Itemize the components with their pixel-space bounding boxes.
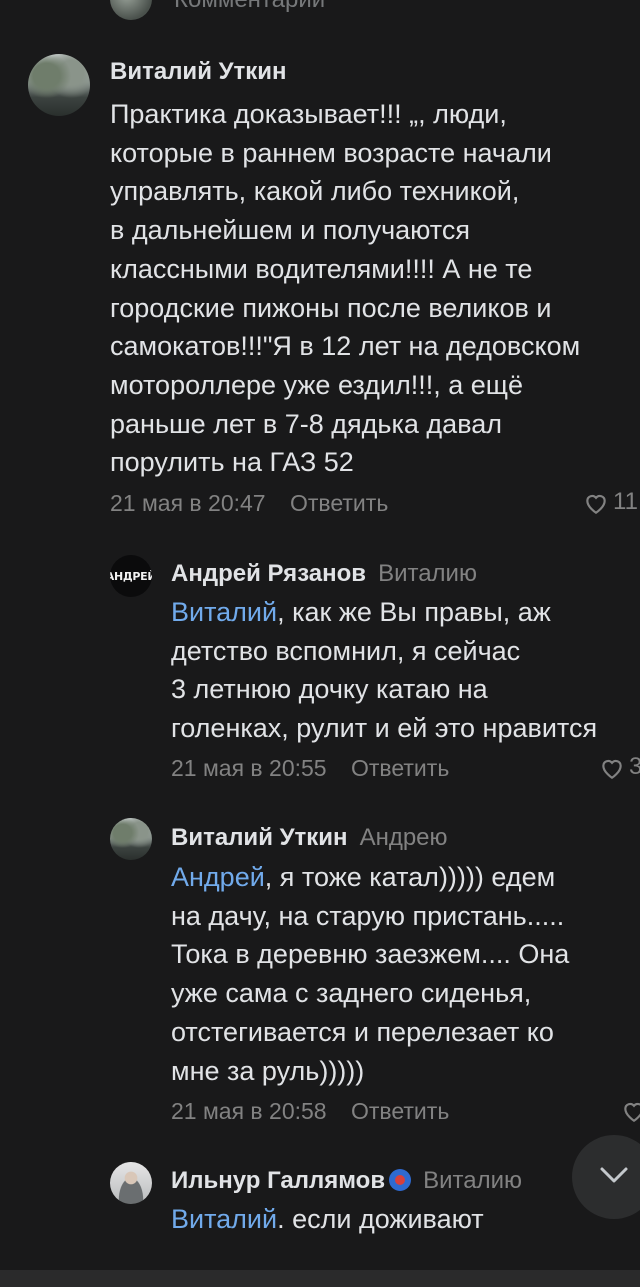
avatar[interactable] <box>28 54 90 116</box>
reply-button[interactable]: Ответить <box>290 490 388 516</box>
comment-date: 21 мая в 20:47 <box>110 490 266 516</box>
mention-link[interactable]: Виталий <box>171 1204 277 1234</box>
heart-outline-icon <box>602 759 622 779</box>
avatar[interactable] <box>110 818 152 860</box>
like-button[interactable]: 3 <box>599 753 640 781</box>
like-button[interactable]: 11 <box>583 488 638 516</box>
current-user-avatar <box>110 0 152 20</box>
comment-author[interactable]: Виталий Уткин Андрею <box>171 824 448 852</box>
mention-link[interactable]: Андрей <box>171 862 265 892</box>
comment-author[interactable]: Виталий Уткин <box>110 58 287 86</box>
avatar[interactable] <box>110 1162 152 1204</box>
comment-meta: 21 мая в 20:58 Ответить <box>171 1098 449 1125</box>
comment-meta: 21 мая в 20:47 Ответить <box>110 490 388 517</box>
heart-outline-icon <box>586 494 606 514</box>
scroll-down-button[interactable] <box>572 1135 640 1219</box>
bottom-bar <box>0 1270 640 1287</box>
reply-to-label[interactable]: Виталию <box>378 560 477 587</box>
comment-text: Практика доказывает!!! „, люди, которые … <box>110 99 581 478</box>
comment-author[interactable]: Ильнур Галлямов Виталию <box>171 1167 522 1195</box>
avatar-label: АНДРЕЙ <box>110 569 152 583</box>
like-button[interactable] <box>621 1096 640 1124</box>
comment-date: 21 мая в 20:58 <box>171 1098 327 1124</box>
reply-button[interactable]: Ответить <box>351 755 449 781</box>
like-count: 3 <box>629 753 640 780</box>
mention-link[interactable]: Виталий <box>171 597 277 627</box>
like-count: 11 <box>613 488 638 515</box>
comment-input[interactable]: Комментарий <box>174 0 325 14</box>
comment-text: Виталий. если доживают <box>171 1204 484 1234</box>
comment-author[interactable]: Андрей Рязанов Виталию <box>171 560 477 588</box>
comment-meta: 21 мая в 20:55 Ответить <box>171 755 449 782</box>
captain-america-shield-icon <box>389 1168 412 1191</box>
avatar[interactable]: АНДРЕЙ <box>110 555 152 597</box>
comment-text: Виталий, как же Вы правы, аж детство всп… <box>171 597 598 744</box>
reply-button[interactable]: Ответить <box>351 1098 449 1124</box>
reply-to-label[interactable]: Виталию <box>423 1167 522 1194</box>
chevron-down-icon <box>600 1167 628 1183</box>
comment-composer[interactable]: Комментарий <box>0 0 640 30</box>
heart-outline-icon <box>624 1102 640 1122</box>
comment-text: Андрей, я тоже катал))))) едем на дачу, … <box>171 862 570 1086</box>
reply-to-label[interactable]: Андрею <box>360 824 448 851</box>
comment-date: 21 мая в 20:55 <box>171 755 327 781</box>
